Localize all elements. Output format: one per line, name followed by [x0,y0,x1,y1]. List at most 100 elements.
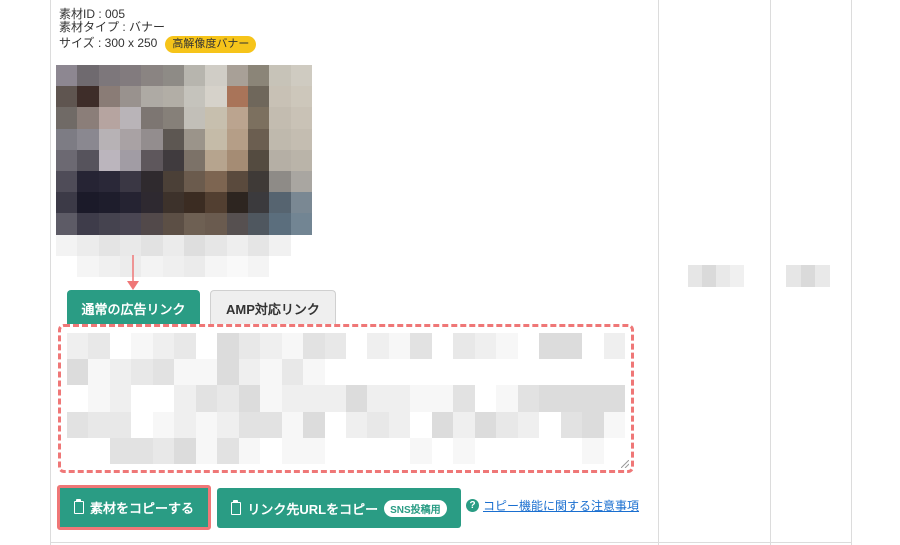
mosaic-tile [120,192,142,214]
mosaic-tile [120,234,142,256]
blur-tile [517,437,540,464]
mosaic-tile [162,128,184,150]
resize-handle-icon[interactable] [621,460,629,468]
mosaic-tile [77,234,99,256]
blur-tile [410,411,432,438]
blur-tile [109,333,132,360]
blur-tile [474,359,497,386]
mosaic-tile [120,213,142,235]
mosaic-tile [120,149,142,171]
copy-link-url-label: リンク先URLをコピー [247,501,379,517]
column-divider [658,0,659,545]
blur-tile [474,411,497,438]
blur-tile [217,333,239,360]
mosaic-tile [226,192,248,214]
mosaic-tile [184,86,206,108]
blur-tile [303,437,325,464]
mosaic-tile [141,149,163,171]
blur-tile [345,333,368,360]
blur-tile [388,333,411,360]
mosaic-tile [162,65,184,87]
mosaic-tile [77,171,99,193]
mosaic-tile [56,192,78,214]
blur-tile [431,359,454,386]
blur-tile [109,411,132,438]
blur-tile [152,437,175,464]
mosaic-tile [141,192,163,214]
blur-tile [217,411,239,438]
blur-tile [582,437,604,464]
blur-tile [539,385,561,412]
blur-tile [786,265,801,287]
blur-tile [324,385,346,412]
blur-tile [345,385,368,412]
blur-tile [260,333,282,360]
copy-material-button[interactable]: 素材をコピーする [57,485,211,530]
mosaic-tile [269,107,291,129]
mosaic-tile [290,255,312,277]
clipboard-icon [231,499,242,515]
blurred-cell-value [786,265,830,287]
mosaic-tile [184,128,206,150]
material-size-row: サイズ : 300 x 250 高解像度バナー [59,36,257,53]
blur-tile [431,411,454,438]
mosaic-tile [98,192,120,214]
blur-tile [800,265,816,287]
blur-tile [174,437,196,464]
mosaic-tile [205,149,227,171]
blur-tile [195,385,218,412]
tab-normal-link[interactable]: 通常の広告リンク [67,290,200,326]
mosaic-tile [226,86,248,108]
mosaic-tile [162,255,184,277]
blur-tile [702,265,716,287]
blur-tile [88,333,110,360]
blur-tile [582,411,604,438]
mosaic-tile [162,149,184,171]
blur-tile [367,359,389,386]
blur-tile [367,385,389,412]
mosaic-tile [269,171,291,193]
blur-tile [474,437,497,464]
material-size: サイズ : 300 x 250 [59,36,158,50]
blur-tile [152,411,175,438]
blur-tile [324,437,346,464]
blurred-cell-value [688,265,744,287]
copy-notice: ? コピー機能に関する注意事項 [466,497,639,514]
copy-notice-link[interactable]: コピー機能に関する注意事項 [483,497,639,514]
blur-tile [410,437,432,464]
mosaic-tile [226,213,248,235]
blur-tile [109,437,132,464]
tab-amp-link[interactable]: AMP対応リンク [210,290,336,326]
mosaic-tile [205,255,227,277]
blur-tile [453,333,475,360]
blur-tile [388,385,411,412]
mosaic-tile [290,171,312,193]
mosaic-tile [226,107,248,129]
blur-tile [281,385,304,412]
mosaic-tile [226,234,248,256]
mosaic-tile [205,107,227,129]
mosaic-tile [56,107,78,129]
blur-tile [539,359,561,386]
mosaic-tile [269,255,291,277]
blur-tile [603,411,625,438]
copy-link-url-button[interactable]: リンク先URLをコピー SNS投稿用 [217,488,461,528]
mosaic-tile [184,255,206,277]
blur-tile [88,411,110,438]
blur-tile [582,385,604,412]
blur-tile [496,411,518,438]
blur-tile [195,359,218,386]
blur-tile [217,385,239,412]
blur-tile [410,333,432,360]
blur-tile [496,437,518,464]
blur-tile [453,359,475,386]
blur-tile [410,385,432,412]
banner-preview-image [56,65,312,277]
mosaic-tile [77,213,99,235]
mosaic-tile [248,255,270,277]
mosaic-tile [77,255,99,277]
mosaic-tile [290,234,312,256]
ad-code-textarea[interactable] [58,324,634,473]
mosaic-tile [248,171,270,193]
blur-tile [67,437,89,464]
